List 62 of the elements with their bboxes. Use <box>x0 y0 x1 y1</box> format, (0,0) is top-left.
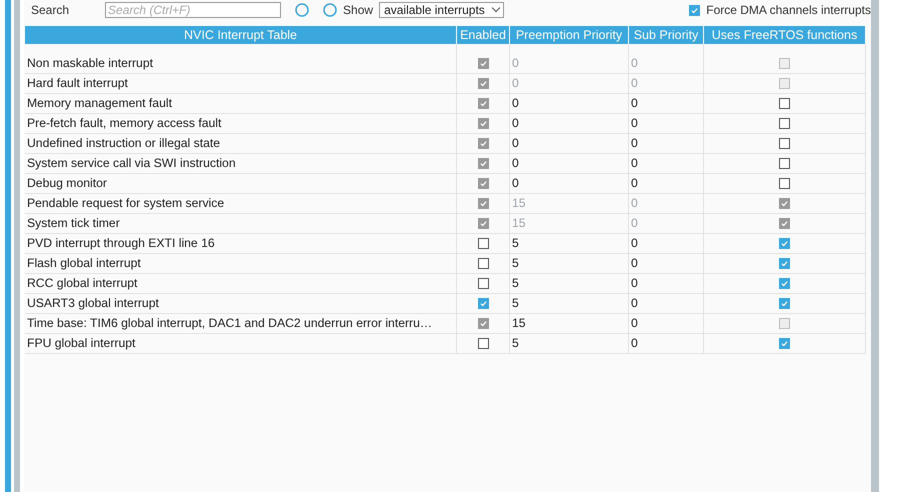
show-label: Show <box>343 3 374 17</box>
checkbox[interactable] <box>478 298 488 309</box>
table-cell: Non maskable interrupt <box>25 54 457 74</box>
scrollbar[interactable] <box>14 0 20 492</box>
previous-icon[interactable] <box>295 3 310 17</box>
table-cell[interactable]: 0 <box>629 134 704 154</box>
table-cell[interactable]: 0 <box>629 334 704 354</box>
checkbox[interactable] <box>779 238 790 249</box>
table-cell[interactable]: 0 <box>629 174 704 194</box>
checkbox[interactable] <box>478 258 488 269</box>
table-cell[interactable]: 0 <box>629 234 704 254</box>
table-cell: PVD interrupt through EXTI line 16 <box>25 234 457 254</box>
table-cell: Memory management fault <box>25 94 457 114</box>
table-cell: RCC global interrupt <box>25 274 457 294</box>
table-cell: Hard fault interrupt <box>25 74 457 94</box>
checkbox[interactable] <box>779 178 790 189</box>
table-cell[interactable]: 5 <box>510 334 629 354</box>
checkbox[interactable] <box>779 138 790 149</box>
table-cell[interactable]: 0 <box>629 274 704 294</box>
table-cell[interactable]: 0 <box>510 174 629 194</box>
checkbox[interactable] <box>478 338 488 349</box>
table-cell: Time base: TIM6 global interrupt, DAC1 and DAC2 underrun error interru… <box>25 314 457 334</box>
table-cell: System service call via SWI instruction <box>25 154 457 174</box>
search-field[interactable]: Search (Ctrl+F) <box>105 2 282 18</box>
table-cell: System tick timer <box>25 214 457 234</box>
checkbox[interactable] <box>779 98 790 109</box>
table-cell[interactable]: 0 <box>629 94 704 114</box>
table-cell: Flash global interrupt <box>25 254 457 274</box>
table-cell[interactable]: 5 <box>510 254 629 274</box>
table-cell: USART3 global interrupt <box>25 294 457 314</box>
table-cell: Pendable request for system service <box>25 194 457 214</box>
checkbox-label: Force DMA channels interrupts <box>706 3 871 17</box>
show-dropdown[interactable]: available interrupts <box>379 2 504 18</box>
table-cell[interactable]: 0 <box>629 114 704 134</box>
checkbox[interactable] <box>779 338 790 349</box>
table-cell[interactable]: 5 <box>510 234 629 254</box>
checkbox[interactable] <box>779 118 790 129</box>
checkbox[interactable] <box>478 278 488 289</box>
table-cell: FPU global interrupt <box>25 334 457 354</box>
table-cell[interactable]: 0 <box>510 114 629 134</box>
table-cell[interactable]: 0 <box>629 314 704 334</box>
table-cell[interactable]: 0 <box>510 134 629 154</box>
table-cell: Debug monitor <box>25 174 457 194</box>
table-cell[interactable]: 0 <box>629 294 704 314</box>
table-cell[interactable]: 0 <box>629 154 704 174</box>
next-icon[interactable] <box>323 3 338 17</box>
checkbox[interactable] <box>779 158 790 169</box>
table-cell[interactable]: 5 <box>510 294 629 314</box>
table-cell[interactable]: 5 <box>510 274 629 294</box>
search-label: Search <box>31 3 70 17</box>
scrollbar[interactable] <box>871 0 879 492</box>
table-cell[interactable]: 0 <box>629 254 704 274</box>
checkbox[interactable] <box>779 278 790 289</box>
table-cell[interactable]: 15 <box>510 314 629 334</box>
table-cell: Undefined instruction or illegal state <box>25 134 457 154</box>
checkbox[interactable] <box>689 4 700 16</box>
checkbox[interactable] <box>779 258 790 269</box>
table-cell: Pre-fetch fault, memory access fault <box>25 114 457 134</box>
table-cell[interactable]: 0 <box>510 94 629 114</box>
checkbox[interactable] <box>478 238 488 249</box>
checkbox[interactable] <box>779 298 790 309</box>
table-cell[interactable]: 0 <box>510 154 629 174</box>
